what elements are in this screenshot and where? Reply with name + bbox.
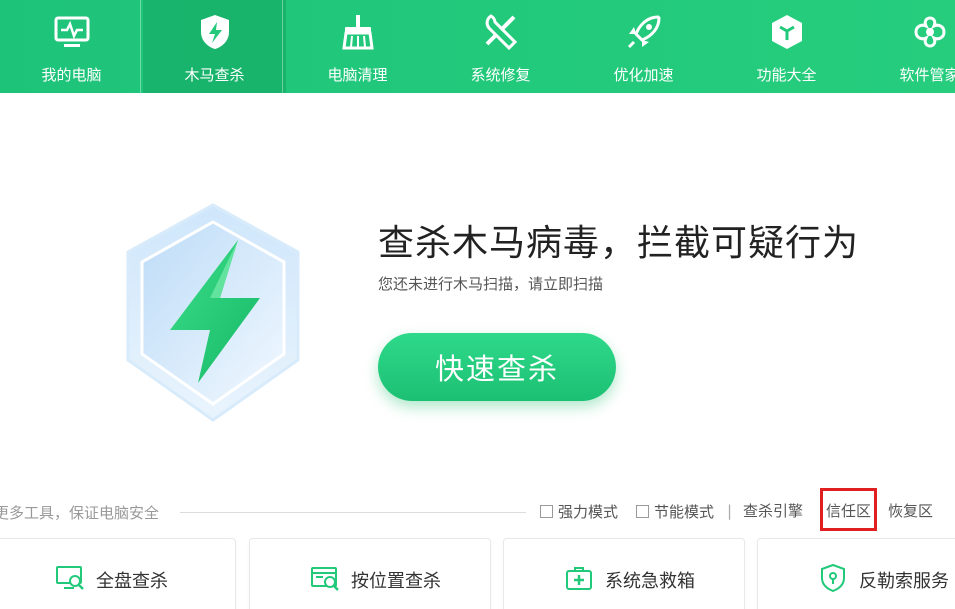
hero-title: 查杀木马病毒，拦截可疑行为 (378, 223, 860, 264)
separator: | (727, 502, 733, 520)
quick-scan-button[interactable]: 快速查杀 (378, 333, 616, 401)
card-label: 反勒索服务 (859, 571, 949, 592)
nav-item-optimize[interactable]: 优化加速 (572, 0, 715, 93)
checkbox-box[interactable] (636, 504, 649, 518)
nav-item-label: 电脑清理 (327, 66, 388, 84)
anti-ransomware-card[interactable]: 反勒索服务 (757, 538, 955, 609)
nav-item-all-features[interactable]: 功能大全 (715, 0, 858, 93)
nav-item-label: 优化加速 (613, 66, 674, 84)
power-saving-mode-checkbox[interactable]: 节能模式 (636, 500, 714, 522)
recovery-zone-link[interactable]: 恢复区 (888, 500, 933, 521)
shield-lightning-illustration (118, 200, 308, 425)
nav-item-cleanup[interactable]: 电脑清理 (286, 0, 429, 93)
hero-subtitle: 您还未进行木马扫描，请立即扫描 (378, 275, 604, 293)
shield-lock-icon (818, 563, 848, 593)
nav-item-system-repair[interactable]: 系统修复 (429, 0, 572, 93)
nav-item-trojan-scan[interactable]: 木马查杀 (143, 0, 286, 93)
mode-label: 节能模式 (654, 502, 715, 521)
hexagon-cube-icon (767, 12, 807, 52)
monitor-pulse-icon (52, 12, 92, 52)
scan-by-location-card[interactable]: 按位置查杀 (249, 538, 491, 609)
wrench-screwdriver-icon (481, 12, 521, 52)
rocket-icon (624, 12, 664, 52)
card-label: 全盘查杀 (96, 571, 168, 592)
divider (180, 512, 526, 513)
nav-item-label: 木马查杀 (184, 66, 245, 84)
card-label: 系统急救箱 (605, 571, 695, 592)
checkbox-box[interactable] (540, 504, 553, 518)
nav-item-label: 系统修复 (470, 66, 531, 84)
nav-item-label: 功能大全 (756, 66, 817, 84)
nav-item-my-computer[interactable]: 我的电脑 (0, 0, 143, 93)
nav-item-label: 我的电脑 (41, 66, 102, 84)
app-grid-icon (910, 12, 950, 52)
full-scan-card[interactable]: 全盘查杀 (0, 538, 236, 609)
trust-zone-link[interactable]: 信任区 (826, 500, 871, 521)
scan-engine-link[interactable]: 查杀引擎 (743, 500, 803, 521)
monitor-search-icon (55, 563, 85, 593)
mode-label: 强力模式 (558, 502, 619, 521)
card-label: 按位置查杀 (351, 571, 441, 592)
nav-divider (282, 0, 283, 93)
nav-item-label: 软件管家 (899, 66, 955, 84)
nav-item-software-manager[interactable]: 软件管家 (858, 0, 955, 93)
strong-mode-checkbox[interactable]: 强力模式 (540, 500, 618, 522)
nav-divider (140, 0, 141, 93)
top-navigation: 我的电脑 木马查杀 电脑清理 系统修复 优化加速 功能大全 软件管家 (0, 0, 955, 93)
folder-search-icon (310, 563, 340, 593)
first-aid-kit-card[interactable]: 系统急救箱 (503, 538, 745, 609)
tools-caption: 更多工具，保证电脑安全 (0, 504, 160, 522)
broom-icon (338, 12, 378, 52)
shield-lightning-icon (195, 12, 235, 52)
first-aid-kit-icon (564, 563, 594, 593)
